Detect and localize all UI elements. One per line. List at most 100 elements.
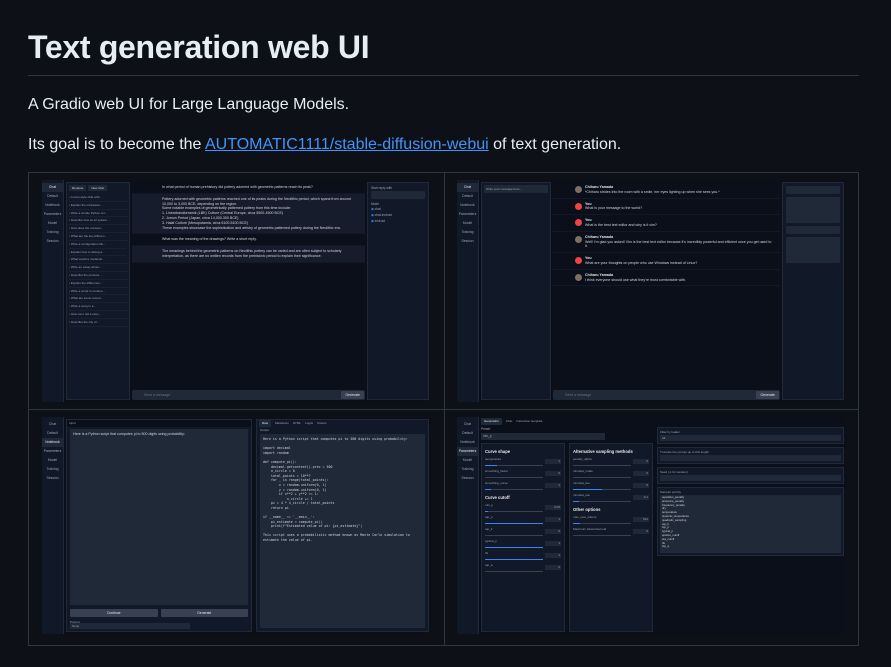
tab-tokens[interactable]: Tokens <box>317 420 327 427</box>
nav-tab-default[interactable]: Default <box>42 429 63 438</box>
slider-value[interactable]: 1 <box>545 553 561 558</box>
slider-typical-p[interactable]: typical_p 1 <box>485 539 561 551</box>
param-block[interactable]: Truncate the prompt up to this length <box>657 447 844 464</box>
slider-value[interactable]: 512 <box>633 517 649 522</box>
slider-penalty-alpha[interactable]: penalty_alpha 0 <box>573 457 649 469</box>
prompt-select[interactable]: Prompt None <box>70 620 248 629</box>
history-item[interactable]: Write a script to rename... <box>69 288 127 296</box>
slider-smoothing-factor[interactable]: smoothing_factor 0 <box>485 469 561 481</box>
slider-value[interactable]: 0 <box>633 459 649 464</box>
history-item[interactable]: Write a simple Python scr... <box>69 210 127 218</box>
history-item[interactable]: What are the key differen... <box>69 233 127 241</box>
history-item[interactable]: Describe how an AI system... <box>69 217 127 226</box>
nav-tab-default[interactable]: Default <box>457 192 478 201</box>
settings-textarea-2[interactable] <box>786 237 840 263</box>
generate-button[interactable]: Generate <box>341 391 364 399</box>
generate-button[interactable]: Generate <box>160 609 248 617</box>
slider-track[interactable] <box>485 477 543 479</box>
slider-value[interactable]: 5 <box>633 483 649 488</box>
prompt-value[interactable]: None <box>70 623 190 629</box>
mode-radio-chat-instruct[interactable]: chat-instruct <box>371 213 425 217</box>
nav-tab-chat[interactable]: Chat <box>42 420 63 429</box>
sampler-priority-list[interactable]: repetition_penalty presence_penalty freq… <box>660 495 841 553</box>
slider-value[interactable]: 0.1 <box>633 495 649 500</box>
slider-mirostat-eta[interactable]: mirostat_eta 0.1 <box>573 493 649 505</box>
slider-track[interactable] <box>573 535 631 537</box>
nav-tab-chat[interactable]: Chat <box>42 183 63 192</box>
nav-tab-notebook[interactable]: Notebook <box>42 438 63 447</box>
slider-temperature[interactable]: temperature 1 <box>485 457 561 469</box>
slider-track[interactable] <box>573 501 631 503</box>
nav-tab-chat[interactable]: Chat <box>457 183 478 192</box>
screenshot-parameters[interactable]: Chat Default Notebook Parameters Model Traini… <box>457 417 846 634</box>
nav-tab-model[interactable]: Model <box>42 219 63 228</box>
tab-html[interactable]: HTML <box>293 420 301 427</box>
slider-maximum-tokens-second[interactable]: Maximum tokens/second 0 <box>573 527 649 539</box>
message-input[interactable]: Send a message Generate <box>132 390 365 400</box>
nav-tab-parameters[interactable]: Parameters <box>457 210 478 219</box>
nav-tab-model[interactable]: Model <box>457 456 478 465</box>
tab-logits[interactable]: Logits <box>305 420 313 427</box>
nav-tab-default[interactable]: Default <box>42 192 63 201</box>
slider-min-p[interactable]: min_p 0.05 <box>485 503 561 515</box>
slider-value[interactable]: 0 <box>545 471 561 476</box>
nav-tab-default[interactable]: Default <box>457 429 478 438</box>
history-button[interactable]: New chat <box>88 185 107 191</box>
slider-track[interactable] <box>573 465 631 467</box>
history-item[interactable]: Write an essay about... <box>69 264 127 272</box>
generate-button[interactable]: Generate <box>756 391 779 399</box>
nav-tab-model[interactable]: Model <box>42 456 63 465</box>
history-item[interactable]: How does the concept... <box>69 225 127 233</box>
tab-markdown[interactable]: Markdown <box>275 420 289 427</box>
tab-generation[interactable]: Generation <box>481 418 502 425</box>
nav-tab-chat[interactable]: Chat <box>457 420 478 429</box>
nav-tab-training[interactable]: Training <box>42 228 63 237</box>
history-button[interactable]: Rename <box>69 185 87 191</box>
mode-radio-instruct[interactable]: instruct <box>371 219 425 223</box>
slider-track[interactable] <box>573 477 631 479</box>
slider-smoothing-curve[interactable]: smoothing_curve 1 <box>485 481 561 493</box>
settings-select[interactable] <box>786 226 840 234</box>
screenshot-notebook[interactable]: Chat Default Notebook Parameters Model Traini… <box>42 417 431 634</box>
nav-tab-training[interactable]: Training <box>42 465 63 474</box>
start-reply-input[interactable] <box>371 191 425 199</box>
history-item[interactable]: Explain the difference... <box>69 280 127 288</box>
nav-tab-notebook[interactable]: Notebook <box>457 438 478 447</box>
nav-tab-parameters[interactable]: Parameters <box>457 447 478 456</box>
slider-top-k[interactable]: top_k 0 <box>485 527 561 539</box>
filter-by-loader[interactable]: Filter by loader All <box>657 427 844 444</box>
slider-value[interactable]: 1 <box>545 541 561 546</box>
slider-value[interactable]: 0 <box>633 471 649 476</box>
slider-value[interactable]: 0 <box>545 529 561 534</box>
history-item[interactable]: What are some recent... <box>69 295 127 304</box>
preset-value[interactable]: min_p <box>481 433 605 440</box>
tab-raw[interactable]: Raw <box>259 420 272 427</box>
history-item[interactable]: Write a song in a... <box>69 303 127 311</box>
screenshot-chat-instruct[interactable]: Chat Default Notebook Parameters Model Traini… <box>42 180 431 402</box>
nav-tab-parameters[interactable]: Parameters <box>42 447 63 456</box>
screenshot-chat-character[interactable]: Chat Default Notebook Parameters Model Traini… <box>457 180 846 402</box>
settings-textarea[interactable] <box>786 197 840 223</box>
history-item[interactable]: Write a configuration file... <box>69 241 127 249</box>
slider-top-p[interactable]: top_p 1 <box>485 515 561 527</box>
slider-track[interactable] <box>485 511 543 513</box>
history-item[interactable]: Explain how to debug a... <box>69 249 127 257</box>
slider-value[interactable]: 0 <box>633 529 649 534</box>
history-item[interactable]: A retro-style chat with... <box>69 194 127 202</box>
nav-tab-notebook[interactable]: Notebook <box>42 201 63 210</box>
slider-tfs[interactable]: tfs 1 <box>485 551 561 563</box>
nav-tab-session[interactable]: Session <box>457 474 478 483</box>
slider-value[interactable]: 0.05 <box>545 505 561 510</box>
tab-instruction-template[interactable]: Instruction template <box>516 418 542 425</box>
nav-tab-parameters[interactable]: Parameters <box>42 210 63 219</box>
message-input[interactable]: Send a message Generate <box>553 390 780 400</box>
history-item[interactable]: What would a medieval... <box>69 256 127 265</box>
preset-select[interactable]: Preset min_p <box>481 427 605 440</box>
param-block[interactable]: Seed (-1 for random) <box>657 467 844 484</box>
nav-tab-training[interactable]: Training <box>457 228 478 237</box>
slider-mirostat-mode[interactable]: mirostat_mode 0 <box>573 469 649 481</box>
nav-tab-session[interactable]: Session <box>42 474 63 483</box>
slider-track[interactable] <box>485 535 543 537</box>
nav-tab-model[interactable]: Model <box>457 219 478 228</box>
tab-chat[interactable]: Chat <box>506 418 512 425</box>
